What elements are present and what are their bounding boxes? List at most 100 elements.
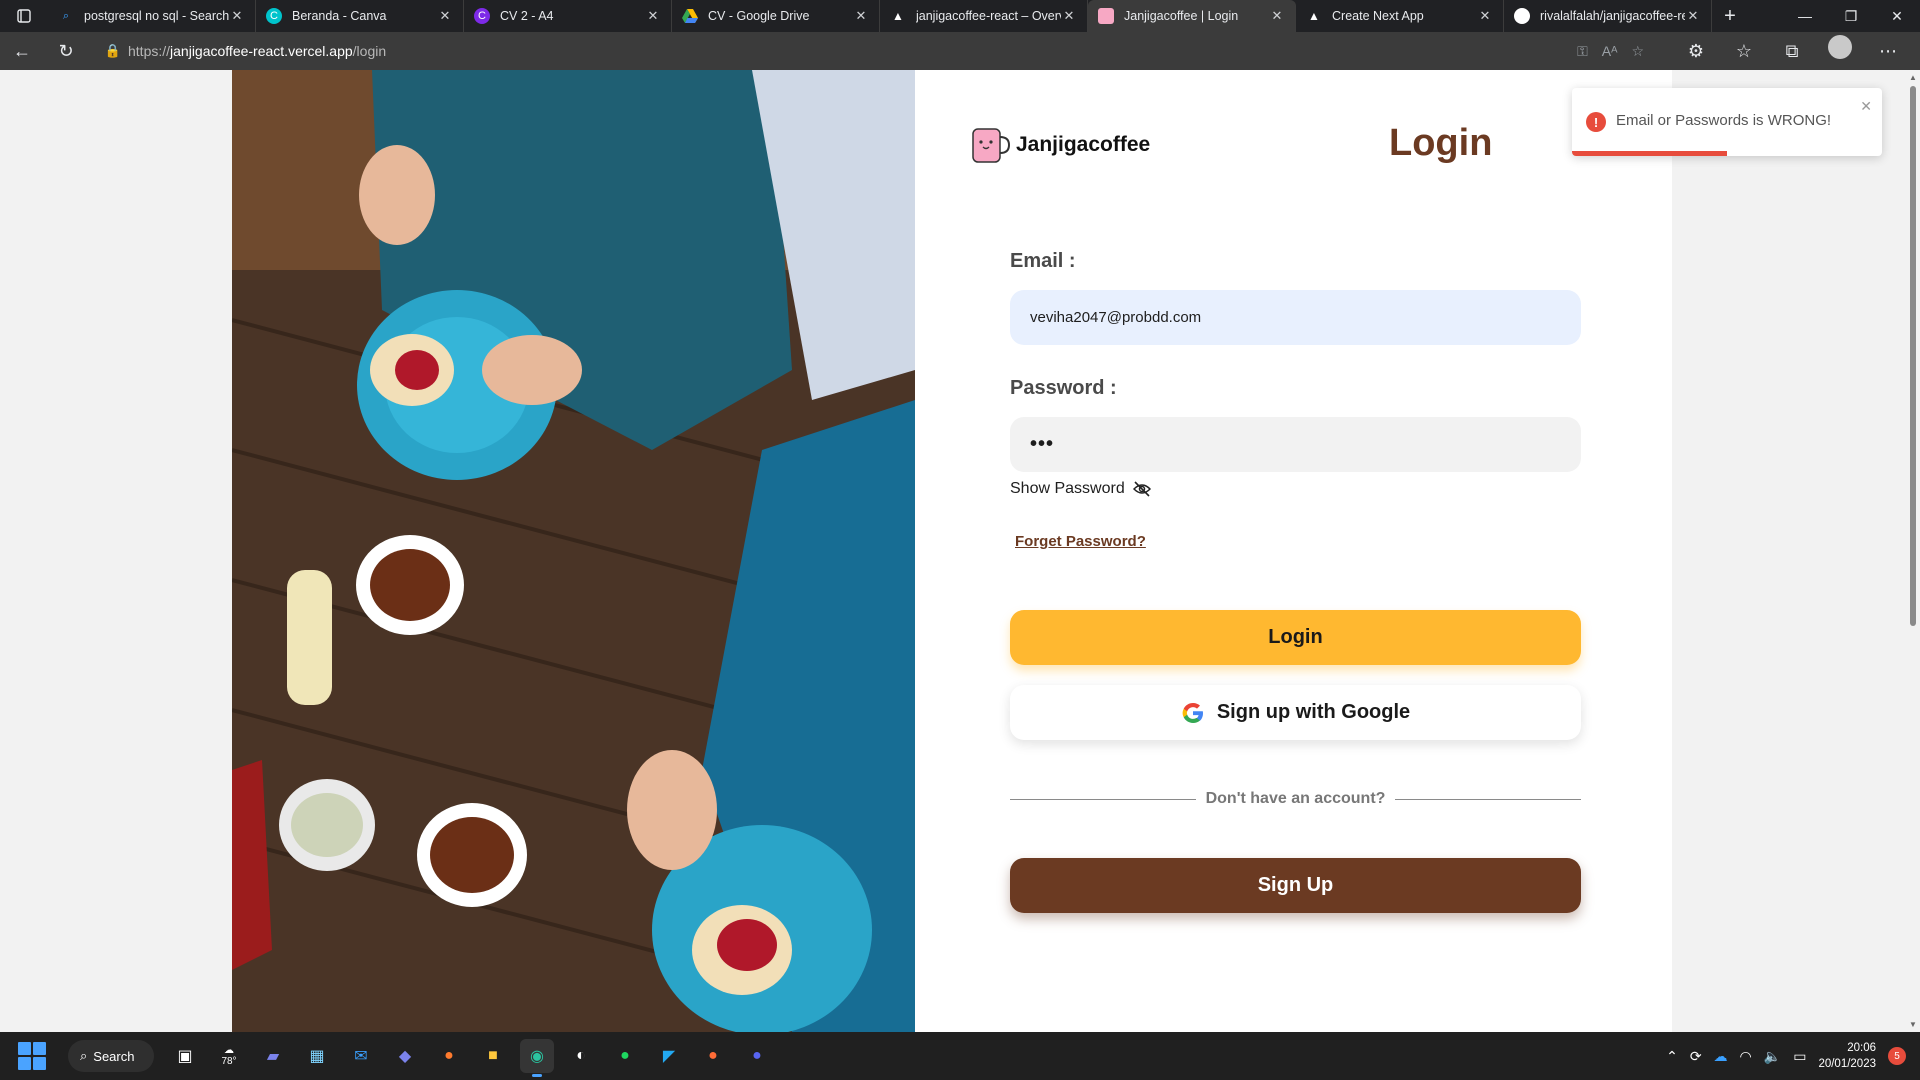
show-password-toggle[interactable]: Show Password <box>1010 480 1151 498</box>
google-drive-icon <box>682 8 698 24</box>
tab-actions-button[interactable] <box>0 0 48 32</box>
refresh-button[interactable]: ↻ <box>44 35 88 67</box>
more-button[interactable]: ⋯ <box>1866 35 1910 67</box>
battery-icon[interactable]: ▭ <box>1793 1048 1806 1065</box>
close-tab-icon[interactable]: ✕ <box>1269 8 1285 24</box>
collections-button[interactable]: ⧉ <box>1770 35 1814 67</box>
close-tab-icon[interactable]: ✕ <box>1685 8 1701 24</box>
browser-tab-active[interactable]: Janjigacoffee | Login ✕ <box>1088 0 1296 32</box>
url-text[interactable]: https://janjigacoffee-react.vercel.app/l… <box>128 43 1577 59</box>
file-explorer-icon[interactable]: ■ <box>476 1039 510 1073</box>
lock-icon[interactable]: 🔒 <box>98 43 128 59</box>
browser-tab[interactable]: C Beranda - Canva ✕ <box>256 0 464 32</box>
tab-actions-icon <box>17 9 31 23</box>
url-scheme: https:// <box>128 43 171 59</box>
discord-icon[interactable]: ● <box>740 1039 774 1073</box>
microsoft-store-icon[interactable]: ▦ <box>300 1039 334 1073</box>
new-tab-button[interactable]: + <box>1712 0 1748 32</box>
favorite-star-icon[interactable]: ☆ <box>1631 43 1644 60</box>
brand-logo[interactable]: Janjigacoffee <box>970 125 1150 165</box>
close-window-button[interactable]: ✕ <box>1874 0 1920 32</box>
chevron-up-icon[interactable]: ⌃ <box>1666 1048 1678 1065</box>
coffee-mug-icon <box>972 128 1010 163</box>
vercel-icon: ▲ <box>892 9 904 23</box>
taskbar-search[interactable]: ⌕ Search <box>68 1040 154 1072</box>
volume-icon[interactable]: 🔈 <box>1764 1048 1781 1065</box>
profile-avatar[interactable] <box>1828 35 1852 59</box>
close-tab-icon[interactable]: ✕ <box>645 8 661 24</box>
close-tab-icon[interactable]: ✕ <box>437 8 453 24</box>
browser-tab[interactable]: CV - Google Drive ✕ <box>672 0 880 32</box>
sync-icon[interactable]: ⟳ <box>1690 1048 1702 1065</box>
mail-icon[interactable]: ✉ <box>344 1039 378 1073</box>
browser-tab[interactable]: ▲ Create Next App ✕ <box>1296 0 1504 32</box>
show-password-label: Show Password <box>1010 480 1125 497</box>
vscode-icon[interactable]: ◤ <box>652 1039 686 1073</box>
taskbar-clock[interactable]: 20:06 20/01/2023 <box>1818 1040 1876 1072</box>
task-view-icon[interactable]: ▣ <box>168 1039 202 1073</box>
edge-browser-icon[interactable]: ◉ <box>520 1039 554 1077</box>
spotify-icon[interactable]: ● <box>608 1039 642 1073</box>
key-icon[interactable]: ⚿ <box>1577 43 1588 60</box>
email-field[interactable] <box>1010 290 1581 345</box>
system-tray: ⌃ ⟳ ☁ ◠ 🔈 ▭ 20:06 20/01/2023 5 <box>1666 1040 1920 1072</box>
weather-temp: 78° <box>221 1056 237 1067</box>
browser-tab[interactable]: C CV 2 - A4 ✕ <box>464 0 672 32</box>
tab-title: CV - Google Drive <box>708 9 810 23</box>
page-title: Login <box>1389 122 1493 164</box>
windows-taskbar: ⌕ Search ▣ ☁ 78° ▰ ▦ ✉ ◆ ● ■ ◉ ◐ ● ◤ ● ●… <box>0 1032 1920 1080</box>
tab-title: postgresql no sql - Search <box>84 9 229 23</box>
address-bar[interactable]: 🔒 https://janjigacoffee-react.vercel.app… <box>98 36 1658 66</box>
vercel-icon: ▲ <box>1308 9 1320 23</box>
google-signup-label: Sign up with Google <box>1216 701 1411 723</box>
wifi-icon[interactable]: ◠ <box>1740 1048 1752 1065</box>
windows-start-button[interactable] <box>18 1042 46 1070</box>
scrollbar-thumb[interactable] <box>1910 86 1916 626</box>
tab-title: Create Next App <box>1332 9 1424 23</box>
coffee-mug-icon <box>1098 8 1114 24</box>
tab-title: rivalalfalah/janjigacoffee-re <box>1540 9 1685 23</box>
windows-logo-tile <box>33 1042 46 1055</box>
eye-slash-icon[interactable] <box>1132 481 1151 497</box>
onedrive-cloud-icon[interactable]: ☁ <box>1714 1048 1728 1065</box>
forget-password-link[interactable]: Forget Password? <box>1015 533 1146 550</box>
github-desktop-icon[interactable]: ◐ <box>564 1039 598 1073</box>
canva-icon: C <box>474 8 490 24</box>
error-toast: ! Email or Passwords is WRONG! ✕ <box>1572 88 1882 156</box>
browser-tab[interactable]: ⌕ postgresql no sql - Search ✕ <box>48 0 256 32</box>
browser-tab[interactable]: ▲ janjigacoffee-react – Overv ✕ <box>880 0 1088 32</box>
plus-icon: + <box>1724 4 1736 27</box>
teams-icon[interactable]: ◆ <box>388 1039 422 1073</box>
read-aloud-icon[interactable]: Aᴬ <box>1602 43 1618 60</box>
login-button[interactable]: Login <box>1010 610 1581 665</box>
scroll-up-arrow-icon[interactable]: ▲ <box>1909 73 1917 82</box>
minimize-button[interactable]: — <box>1782 0 1828 32</box>
tab-title: CV 2 - A4 <box>500 9 554 23</box>
close-tab-icon[interactable]: ✕ <box>853 8 869 24</box>
teams-chat-icon[interactable]: ▰ <box>256 1039 290 1073</box>
back-button[interactable]: ← <box>0 35 44 67</box>
signup-button[interactable]: Sign Up <box>1010 858 1581 913</box>
notification-badge[interactable]: 5 <box>1888 1047 1906 1065</box>
postman-icon[interactable]: ● <box>696 1039 730 1073</box>
browser-tab[interactable]: rivalalfalah/janjigacoffee-re ✕ <box>1504 0 1712 32</box>
toolbar-right: ⚙ ☆ ⧉ ⋯ <box>1674 35 1920 67</box>
close-tab-icon[interactable]: ✕ <box>1477 8 1493 24</box>
browser-toolbar: ← ↻ 🔒 https://janjigacoffee-react.vercel… <box>0 32 1920 70</box>
password-field[interactable] <box>1010 417 1581 472</box>
close-tab-icon[interactable]: ✕ <box>1061 8 1077 24</box>
scroll-down-arrow-icon[interactable]: ▼ <box>1909 1020 1917 1029</box>
firefox-icon[interactable]: ● <box>432 1039 466 1073</box>
restore-button[interactable]: ❐ <box>1828 0 1874 32</box>
close-toast-icon[interactable]: ✕ <box>1860 98 1872 115</box>
google-signup-button[interactable]: Sign up with Google <box>1010 685 1581 740</box>
page-scrollbar[interactable]: ▲ ▼ <box>1906 70 1920 1032</box>
window-controls: — ❐ ✕ <box>1782 0 1920 32</box>
weather-widget[interactable]: ☁ 78° <box>212 1039 246 1073</box>
close-tab-icon[interactable]: ✕ <box>229 8 245 24</box>
account-divider: Don't have an account? <box>1010 790 1582 808</box>
extensions-button[interactable]: ⚙ <box>1674 35 1718 67</box>
collections-icon: ⧉ <box>1785 40 1799 61</box>
divider-text: Don't have an account? <box>1205 790 1386 807</box>
favorites-button[interactable]: ☆ <box>1722 35 1766 67</box>
